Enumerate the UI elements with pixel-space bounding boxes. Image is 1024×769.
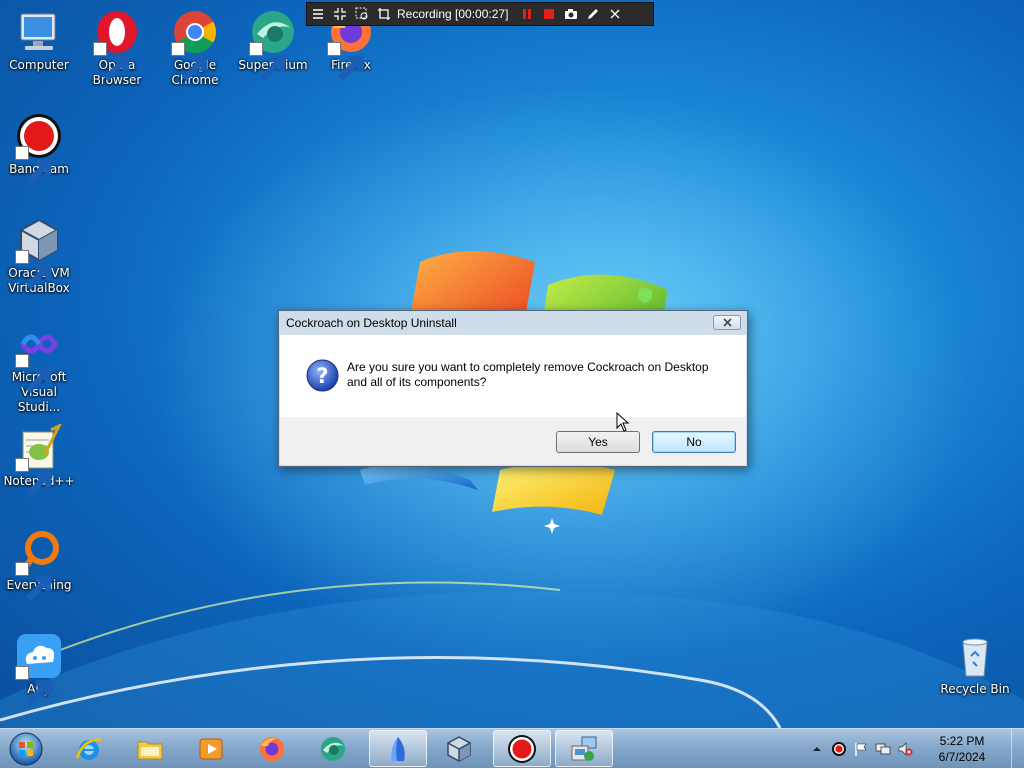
shortcut-arrow-icon [15,458,52,498]
shortcut-arrow-icon [249,42,286,82]
desktop-icon-chrome[interactable]: Google Chrome [156,8,234,88]
opera-icon [93,8,141,82]
no-button[interactable]: No [652,431,736,453]
internet-explorer-icon [75,738,102,760]
virtualbox-icon [15,216,63,290]
computer-icon [15,8,63,56]
icon-label: Computer [9,58,69,72]
show-desktop-button[interactable] [1011,729,1024,769]
pause-icon[interactable] [516,3,538,25]
visual-studio-icon [15,320,63,394]
system-tray: 5:22 PM 6/7/2024 [809,729,1024,769]
desktop-icon-opera[interactable]: Opera Browser [78,8,156,88]
network-icon [875,743,891,755]
desktop-icon-recycle-bin[interactable]: Recycle Bin [936,632,1014,697]
desktop: Computer Opera Browser Google Chrome Sup… [0,0,1024,728]
supermium-icon [321,736,345,761]
taskbar-bandicam[interactable] [493,730,551,767]
shortcut-arrow-icon [15,146,52,186]
menu-icon[interactable] [307,3,329,25]
shortcut-arrow-icon [15,666,52,706]
shrink-icon[interactable] [329,3,351,25]
virtualbox-icon [447,735,471,762]
taskbar-virtualbox[interactable] [430,730,488,767]
tray-bandicam[interactable] [831,741,847,757]
dialog-body: ? Are you sure you want to completely re… [280,335,746,465]
shortcut-arrow-icon [327,42,364,82]
show-hidden-icons[interactable] [809,741,825,757]
desktop-icon-bandicam[interactable]: Bandicam [0,112,78,186]
shortcut-arrow-icon [15,250,52,290]
uninstall-dialog: Cockroach on Desktop Uninstall ? Are you… [278,310,748,467]
flag-icon [855,743,867,756]
tray-action-center[interactable] [853,741,869,757]
chevron-up-icon [813,747,821,751]
region-icon[interactable] [351,3,373,25]
record-dot-icon [832,742,846,756]
shortcut-arrow-icon [15,562,52,602]
desktop-icon-virtualbox[interactable]: Oracle VM VirtualBox [0,216,78,296]
dialog-close-button[interactable] [713,315,741,330]
notepadpp-icon [15,424,63,498]
recording-status: Recording [00:00:27] [397,7,509,21]
pen-icon[interactable] [582,3,604,25]
shortcut-arrow-icon [15,354,52,394]
crop-icon[interactable] [373,3,395,25]
taskbar-supermium[interactable] [304,730,362,767]
clock-time: 5:22 PM [939,734,985,748]
taskbar-installer[interactable] [369,730,427,767]
media-player-icon [199,738,223,759]
message-line: and all of its components? [347,375,487,389]
svg-text:?: ? [316,364,328,388]
clock-date: 6/7/2024 [938,750,986,764]
start-orb-icon [9,732,43,766]
taskbar-uninstaller[interactable] [555,730,613,767]
taskbar-internet-explorer[interactable] [60,730,118,767]
dialog-title: Cockroach on Desktop Uninstall [286,316,457,330]
icon-label: Recycle Bin [940,682,1010,696]
taskbar: 5:22 PM 6/7/2024 [0,728,1024,769]
shortcut-arrow-icon [93,42,130,82]
start-button[interactable] [4,730,48,768]
desktop-icon-airy[interactable]: Airy [0,632,78,706]
uninstaller-icon [571,736,597,761]
mouse-cursor-icon [616,412,630,432]
chrome-icon [171,8,219,82]
file-explorer-icon [137,741,163,759]
everything-icon [15,528,63,602]
clock[interactable]: 5:22 PM 6/7/2024 [931,733,993,765]
stop-icon[interactable] [538,3,560,25]
message-line: Are you sure you want to completely remo… [347,360,709,374]
camera-icon[interactable] [560,3,582,25]
taskbar-file-explorer[interactable] [121,730,179,767]
bandicam-icon [508,734,536,763]
desktop-icon-visual-studio[interactable]: Microsoft Visual Studi... [0,320,78,415]
tray-network[interactable] [875,741,891,757]
desktop-icon-computer[interactable]: Computer [0,8,78,73]
installer-icon [391,736,405,761]
question-icon: ? [306,359,339,392]
yes-button[interactable]: Yes [556,431,640,453]
shortcut-arrow-icon [171,42,208,82]
dialog-message: Are you sure you want to completely remo… [347,360,727,390]
close-icon [722,318,732,327]
taskbar-firefox[interactable] [243,730,301,767]
tray-volume[interactable] [897,741,913,757]
message-area: ? Are you sure you want to completely re… [280,335,746,417]
taskbar-media-player[interactable] [182,730,240,767]
airy-icon [15,632,63,706]
desktop-icon-everything[interactable]: Everything [0,528,78,602]
recording-toolbar: Recording [00:00:27] [306,2,654,26]
close-icon[interactable] [604,3,626,25]
desktop-icon-supermium[interactable]: Supermium [234,8,312,82]
desktop-icon-notepadpp[interactable]: Notepad++ [0,424,78,498]
firefox-icon [260,736,284,761]
volume-muted-icon [898,742,913,756]
recycle-bin-icon [951,632,999,680]
dialog-titlebar[interactable]: Cockroach on Desktop Uninstall [279,311,747,335]
bandicam-icon [15,112,63,186]
supermium-icon [249,8,297,82]
